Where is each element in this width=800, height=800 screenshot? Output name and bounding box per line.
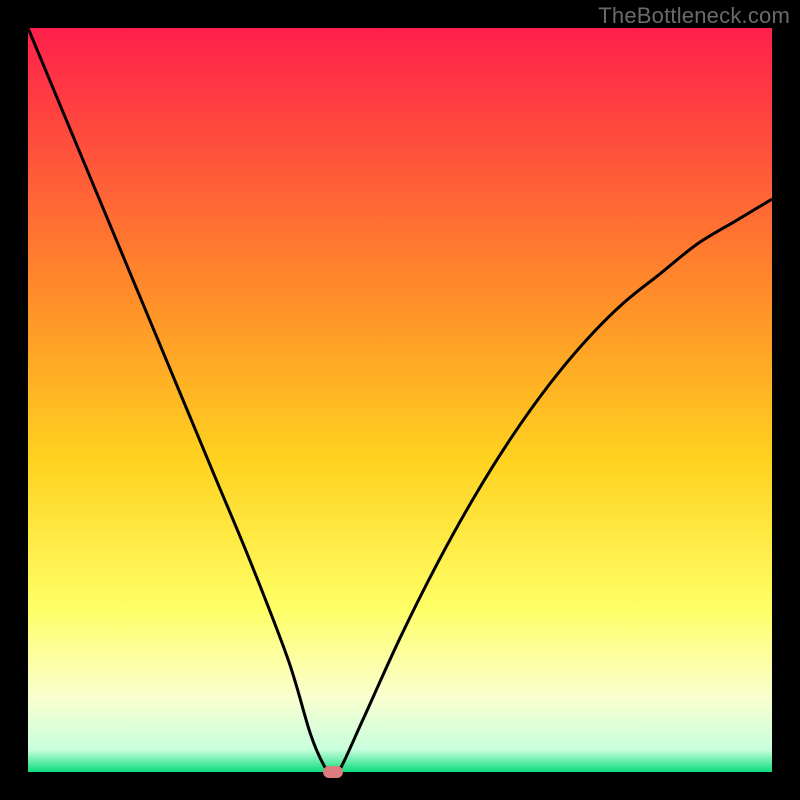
gradient-background: [28, 28, 772, 772]
chart-frame: TheBottleneck.com: [0, 0, 800, 800]
optimum-marker: [323, 766, 343, 778]
watermark-text: TheBottleneck.com: [598, 3, 790, 29]
chart-svg: [28, 28, 772, 772]
plot-area: [28, 28, 772, 772]
